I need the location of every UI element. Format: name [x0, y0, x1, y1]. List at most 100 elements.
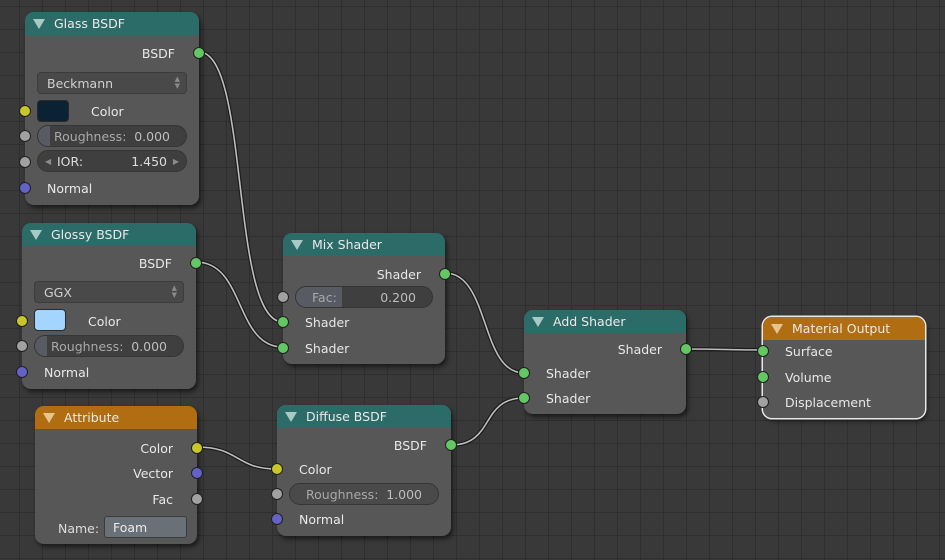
distribution-dropdown[interactable]: Beckmann ▲ ▼: [37, 72, 187, 94]
normal-label: Normal: [299, 511, 345, 527]
node-title: Add Shader: [553, 314, 626, 329]
output-bsdf-label: BSDF: [138, 255, 172, 271]
color-swatch[interactable]: [34, 309, 66, 331]
distribution-dropdown[interactable]: GGX ▲ ▼: [34, 281, 184, 303]
node-header[interactable]: Diffuse BSDF: [277, 405, 451, 428]
node-header[interactable]: Attribute: [35, 406, 197, 429]
input-socket-color[interactable]: [271, 463, 283, 475]
normal-label: Normal: [47, 180, 93, 196]
collapse-triangle-icon[interactable]: [43, 412, 55, 423]
input-shader-1-label: Shader: [546, 365, 591, 381]
normal-label: Normal: [44, 364, 90, 380]
input-socket-normal[interactable]: [19, 182, 31, 194]
name-label: Name:: [58, 520, 100, 536]
node-title: Glass BSDF: [54, 16, 125, 31]
collapse-triangle-icon[interactable]: [532, 316, 544, 327]
collapse-triangle-icon[interactable]: [33, 18, 45, 29]
decrement-arrow-icon[interactable]: ◀: [45, 157, 51, 166]
input-socket-fac[interactable]: [277, 291, 289, 303]
output-socket-vector[interactable]: [191, 467, 203, 479]
output-vector-label: Vector: [133, 465, 173, 481]
node-header[interactable]: Mix Shader: [283, 233, 445, 256]
fac-slider[interactable]: Fac: 0.200: [295, 286, 433, 308]
node-title: Material Output: [792, 321, 891, 336]
roughness-label: Roughness:: [306, 486, 379, 502]
color-label: Color: [88, 313, 121, 329]
output-socket-shader[interactable]: [680, 343, 692, 355]
input-shader-1-label: Shader: [305, 314, 350, 330]
roughness-slider[interactable]: Roughness: 0.000: [34, 335, 184, 357]
node-material-output[interactable]: Material Output Surface Volume Displacem…: [757, 317, 925, 418]
ior-label: IOR:: [57, 153, 84, 169]
input-socket-surface[interactable]: [757, 345, 769, 357]
output-fac-label: Fac: [152, 491, 173, 507]
attribute-name-value: Foam: [113, 519, 148, 535]
node-title: Mix Shader: [312, 237, 382, 252]
input-socket-shader-2[interactable]: [518, 392, 530, 404]
input-socket-roughness[interactable]: [16, 340, 28, 352]
node-header[interactable]: Glossy BSDF: [22, 223, 196, 246]
node-title: Diffuse BSDF: [306, 409, 387, 424]
distribution-value: GGX: [44, 284, 72, 300]
output-bsdf-label: BSDF: [393, 437, 427, 453]
ior-value: 1.450: [131, 153, 167, 169]
collapse-triangle-icon[interactable]: [30, 229, 42, 240]
input-volume-label: Volume: [785, 369, 832, 385]
node-mix-shader[interactable]: Mix Shader Shader Fac: 0.200 Shader Shad…: [277, 233, 451, 364]
node-attribute[interactable]: Attribute Color Vector Fac Name: Foam: [35, 406, 203, 544]
up-down-arrows-icon: ▲ ▼: [174, 75, 180, 90]
output-socket-bsdf[interactable]: [193, 47, 205, 59]
output-color-label: Color: [140, 440, 173, 456]
collapse-triangle-icon[interactable]: [771, 323, 783, 334]
input-displacement-label: Displacement: [785, 394, 871, 410]
node-title: Attribute: [64, 410, 120, 425]
input-socket-normal[interactable]: [16, 366, 28, 378]
node-add-shader[interactable]: Add Shader Shader Shader Shader: [518, 310, 692, 414]
roughness-label: Roughness:: [54, 128, 127, 144]
input-socket-shader-1[interactable]: [277, 316, 289, 328]
output-socket-bsdf[interactable]: [445, 439, 457, 451]
output-socket-bsdf[interactable]: [190, 257, 202, 269]
input-socket-volume[interactable]: [757, 371, 769, 383]
distribution-value: Beckmann: [47, 75, 114, 91]
ior-field[interactable]: ◀ IOR: 1.450 ▶: [37, 150, 187, 172]
node-header[interactable]: Add Shader: [524, 310, 686, 333]
roughness-label: Roughness:: [51, 338, 124, 354]
input-socket-displacement[interactable]: [757, 396, 769, 408]
color-swatch[interactable]: [37, 100, 69, 122]
fac-value: 0.200: [380, 289, 416, 305]
color-label: Color: [91, 103, 124, 119]
fac-label: Fac:: [312, 289, 337, 305]
increment-arrow-icon[interactable]: ▶: [173, 157, 179, 166]
output-socket-fac[interactable]: [191, 493, 203, 505]
node-diffuse-bsdf[interactable]: Diffuse BSDF BSDF Color Roughness: 1.000…: [271, 405, 457, 536]
input-shader-2-label: Shader: [305, 340, 350, 356]
output-socket-color[interactable]: [191, 442, 203, 454]
node-header[interactable]: Glass BSDF: [25, 12, 199, 35]
input-socket-roughness[interactable]: [271, 488, 283, 500]
roughness-slider[interactable]: Roughness: 1.000: [289, 483, 439, 505]
node-glass-bsdf[interactable]: Glass BSDF BSDF Beckmann ▲ ▼ Color Roughn…: [19, 12, 205, 205]
roughness-slider[interactable]: Roughness: 0.000: [37, 125, 187, 147]
output-socket-shader[interactable]: [439, 268, 451, 280]
roughness-value: 1.000: [386, 486, 422, 502]
input-socket-shader-2[interactable]: [277, 342, 289, 354]
input-socket-color[interactable]: [19, 105, 31, 117]
input-socket-shader-1[interactable]: [518, 367, 530, 379]
collapse-triangle-icon[interactable]: [285, 411, 297, 422]
input-socket-color[interactable]: [16, 315, 28, 327]
color-label: Color: [299, 461, 332, 477]
input-socket-normal[interactable]: [271, 513, 283, 525]
node-glossy-bsdf[interactable]: Glossy BSDF BSDF GGX ▲ ▼ Color Roughness:…: [16, 223, 202, 389]
attribute-name-input[interactable]: Foam: [104, 516, 187, 538]
input-surface-label: Surface: [785, 343, 833, 359]
output-bsdf-label: BSDF: [141, 45, 175, 61]
up-down-arrows-icon: ▲ ▼: [171, 284, 177, 299]
node-header[interactable]: Material Output: [763, 317, 925, 340]
collapse-triangle-icon[interactable]: [291, 239, 303, 250]
input-socket-ior[interactable]: [19, 156, 31, 168]
roughness-value: 0.000: [131, 338, 167, 354]
output-shader-label: Shader: [617, 341, 662, 357]
input-socket-roughness[interactable]: [19, 130, 31, 142]
node-title: Glossy BSDF: [51, 227, 130, 242]
